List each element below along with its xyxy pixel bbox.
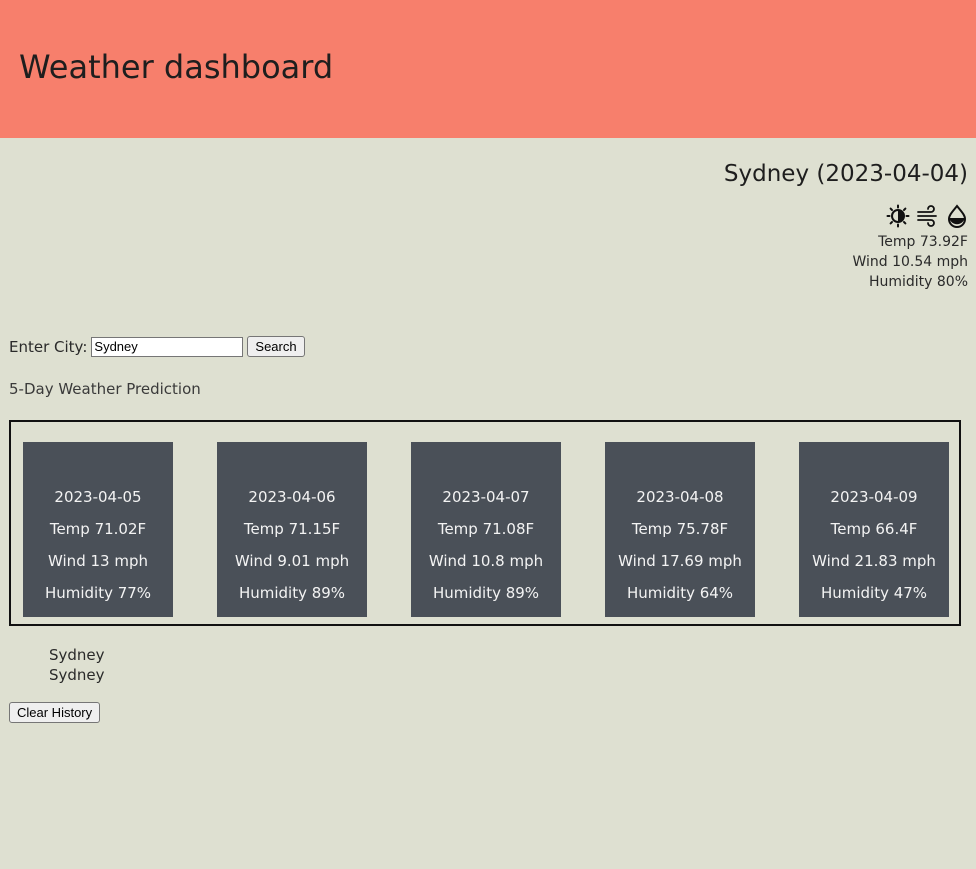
weather-icons bbox=[724, 204, 968, 228]
sun-icon bbox=[886, 204, 910, 228]
forecast-card: 2023-04-08 Temp 75.78F Wind 17.69 mph Hu… bbox=[605, 442, 755, 617]
forecast-wind: Wind 13 mph bbox=[48, 552, 148, 570]
forecast-date: 2023-04-08 bbox=[636, 488, 724, 506]
current-temp: Temp 73.92F bbox=[878, 234, 968, 250]
forecast-humidity: Humidity 47% bbox=[820, 584, 928, 602]
forecast-card: 2023-04-05 Temp 71.02F Wind 13 mph Humid… bbox=[23, 442, 173, 617]
forecast-card: 2023-04-09 Temp 66.4F Wind 21.83 mph Hum… bbox=[799, 442, 949, 617]
history-item[interactable]: Sydney bbox=[49, 665, 105, 685]
forecast-temp: Temp 71.02F bbox=[49, 520, 147, 538]
forecast-wind: Wind 17.69 mph bbox=[618, 552, 742, 570]
forecast-date: 2023-04-05 bbox=[54, 488, 142, 506]
forecast-date: 2023-04-07 bbox=[442, 488, 530, 506]
header: Weather dashboard bbox=[0, 0, 976, 138]
forecast-humidity: Humidity 89% bbox=[432, 584, 540, 602]
forecast-wind: Wind 9.01 mph bbox=[234, 552, 350, 570]
forecast-container: 2023-04-05 Temp 71.02F Wind 13 mph Humid… bbox=[9, 420, 961, 626]
forecast-date: 2023-04-06 bbox=[248, 488, 336, 506]
forecast-humidity: Humidity 77% bbox=[44, 584, 152, 602]
forecast-card: 2023-04-07 Temp 71.08F Wind 10.8 mph Hum… bbox=[411, 442, 561, 617]
current-city-title: Sydney (2023-04-04) bbox=[723, 161, 968, 187]
clear-history-button[interactable]: Clear History bbox=[9, 702, 101, 723]
search-history: Sydney Sydney bbox=[49, 645, 105, 685]
forecast-humidity: Humidity 64% bbox=[626, 584, 734, 602]
humidity-drop-icon bbox=[946, 204, 968, 228]
search-button[interactable]: Search bbox=[247, 336, 305, 357]
page-title: Weather dashboard bbox=[19, 48, 334, 86]
forecast-card: 2023-04-06 Temp 71.15F Wind 9.01 mph Hum… bbox=[217, 442, 367, 617]
wind-icon bbox=[916, 204, 940, 228]
current-humidity: Humidity 80% bbox=[868, 274, 968, 290]
current-weather: Sydney (2023-04-04) Temp 73.92F Wind 10.… bbox=[724, 158, 968, 292]
forecast-humidity: Humidity 89% bbox=[238, 584, 346, 602]
forecast-temp: Temp 71.15F bbox=[243, 520, 341, 538]
search-form: Enter City: Search bbox=[9, 336, 305, 357]
forecast-date: 2023-04-09 bbox=[830, 488, 918, 506]
city-input-label: Enter City: bbox=[9, 337, 88, 356]
forecast-wind: Wind 21.83 mph bbox=[812, 552, 936, 570]
forecast-heading: 5-Day Weather Prediction bbox=[9, 380, 201, 398]
forecast-temp: Temp 75.78F bbox=[631, 520, 729, 538]
current-wind: Wind 10.54 mph bbox=[852, 254, 968, 270]
history-item[interactable]: Sydney bbox=[49, 645, 105, 665]
forecast-wind: Wind 10.8 mph bbox=[428, 552, 544, 570]
forecast-temp: Temp 71.08F bbox=[437, 520, 535, 538]
city-input[interactable] bbox=[91, 336, 244, 357]
forecast-temp: Temp 66.4F bbox=[830, 520, 918, 538]
